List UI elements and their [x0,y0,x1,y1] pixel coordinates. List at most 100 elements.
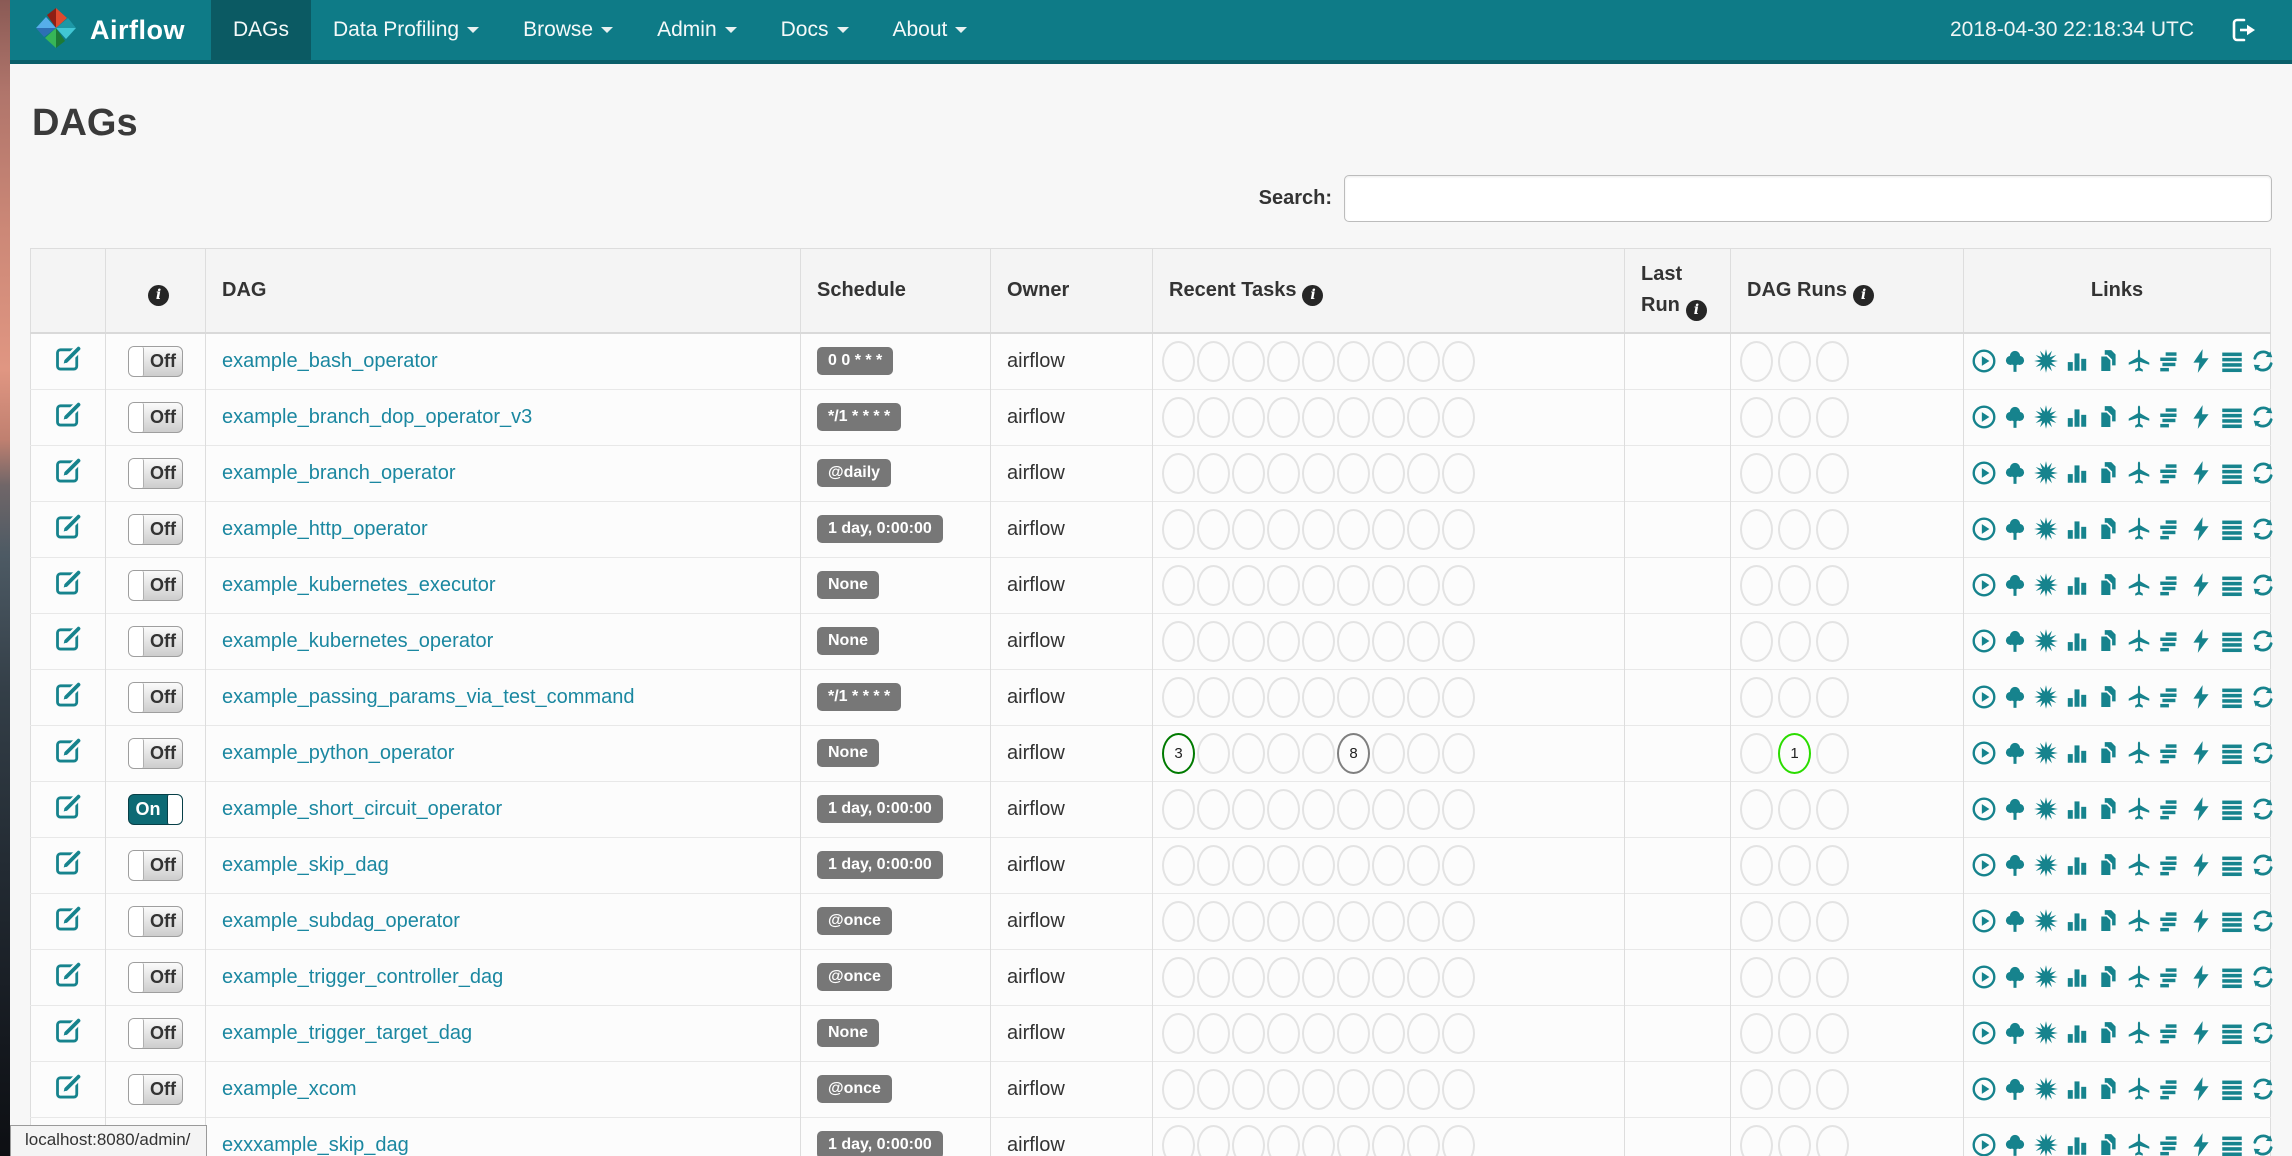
gantt-view-icon[interactable] [2157,740,2183,766]
edit-dag-icon[interactable] [54,456,82,484]
gantt-view-icon[interactable] [2157,964,2183,990]
state-circle[interactable] [1778,900,1811,942]
logs-icon[interactable] [2219,684,2245,710]
graph-view-icon[interactable] [2033,740,2059,766]
nav-item-browse[interactable]: Browse [501,0,635,60]
edit-dag-icon[interactable] [54,736,82,764]
state-circle[interactable] [1372,788,1405,830]
dag-link[interactable]: exxxample_skip_dag [222,1134,409,1156]
logs-icon[interactable] [2219,460,2245,486]
state-circle[interactable] [1372,1124,1405,1156]
dag-link[interactable]: example_trigger_target_dag [222,1022,472,1044]
landing-times-icon[interactable] [2126,460,2152,486]
dag-pause-toggle[interactable]: Off [128,1017,183,1049]
dag-pause-toggle[interactable]: Off [128,905,183,937]
trigger-dag-icon[interactable] [1971,348,1997,374]
state-circle[interactable] [1740,564,1773,606]
state-circle[interactable] [1267,1124,1300,1156]
refresh-icon[interactable] [2250,460,2276,486]
state-circle[interactable] [1197,452,1230,494]
state-circle[interactable] [1197,396,1230,438]
state-circle[interactable] [1778,452,1811,494]
landing-times-icon[interactable] [2126,1132,2152,1156]
task-tries-icon[interactable] [2095,516,2121,542]
dag-link[interactable]: example_xcom [222,1078,357,1100]
state-circle[interactable] [1740,956,1773,998]
state-circle[interactable] [1740,788,1773,830]
state-circle[interactable] [1337,788,1370,830]
state-circle[interactable] [1442,340,1475,382]
edit-dag-icon[interactable] [54,512,82,540]
dag-pause-toggle[interactable]: Off [128,569,183,601]
state-circle[interactable] [1232,1012,1265,1054]
graph-view-icon[interactable] [2033,404,2059,430]
trigger-dag-icon[interactable] [1971,516,1997,542]
state-circle[interactable] [1162,508,1195,550]
state-circle[interactable] [1372,956,1405,998]
dag-link[interactable]: example_trigger_controller_dag [222,966,503,988]
trigger-dag-icon[interactable] [1971,852,1997,878]
state-circle[interactable] [1197,1012,1230,1054]
schedule-badge[interactable]: 1 day, 0:00:00 [817,851,943,879]
state-circle[interactable] [1162,340,1195,382]
landing-times-icon[interactable] [2126,1020,2152,1046]
logs-icon[interactable] [2219,572,2245,598]
edit-dag-icon[interactable] [54,568,82,596]
state-circle[interactable] [1816,508,1849,550]
state-circle[interactable] [1197,844,1230,886]
refresh-icon[interactable] [2250,684,2276,710]
tree-view-icon[interactable] [2002,964,2028,990]
dag-pause-toggle[interactable]: Off [128,401,183,433]
task-duration-icon[interactable] [2064,684,2090,710]
task-tries-icon[interactable] [2095,964,2121,990]
landing-times-icon[interactable] [2126,348,2152,374]
state-circle[interactable] [1232,564,1265,606]
logs-icon[interactable] [2219,1076,2245,1102]
code-view-icon[interactable] [2188,572,2214,598]
edit-dag-icon[interactable] [54,344,82,372]
state-circle[interactable] [1267,676,1300,718]
refresh-icon[interactable] [2250,348,2276,374]
state-circle[interactable] [1267,452,1300,494]
logout-icon[interactable] [2228,15,2258,45]
edit-dag-icon[interactable] [54,624,82,652]
refresh-icon[interactable] [2250,964,2276,990]
state-circle[interactable] [1302,564,1335,606]
state-circle[interactable] [1162,788,1195,830]
state-circle[interactable] [1267,620,1300,662]
gantt-view-icon[interactable] [2157,516,2183,542]
state-circle[interactable] [1816,676,1849,718]
code-view-icon[interactable] [2188,1020,2214,1046]
trigger-dag-icon[interactable] [1971,1132,1997,1156]
state-circle[interactable] [1778,340,1811,382]
state-circle[interactable] [1337,956,1370,998]
refresh-icon[interactable] [2250,572,2276,598]
tree-view-icon[interactable] [2002,1076,2028,1102]
edit-dag-icon[interactable] [54,960,82,988]
state-circle[interactable] [1337,396,1370,438]
dag-link[interactable]: example_bash_operator [222,350,438,372]
landing-times-icon[interactable] [2126,852,2152,878]
state-circle[interactable] [1778,1124,1811,1156]
state-circle[interactable] [1442,732,1475,774]
logs-icon[interactable] [2219,1020,2245,1046]
task-tries-icon[interactable] [2095,1132,2121,1156]
code-view-icon[interactable] [2188,852,2214,878]
graph-view-icon[interactable] [2033,516,2059,542]
schedule-badge[interactable]: 0 0 * * * [817,347,894,375]
dag-link[interactable]: example_passing_params_via_test_command [222,686,634,708]
gantt-view-icon[interactable] [2157,460,2183,486]
state-circle[interactable]: 8 [1337,732,1370,774]
state-circle[interactable] [1337,1068,1370,1110]
state-circle[interactable] [1162,1012,1195,1054]
state-circle[interactable] [1232,620,1265,662]
schedule-badge[interactable]: 1 day, 0:00:00 [817,1131,943,1156]
state-circle[interactable] [1816,620,1849,662]
schedule-badge[interactable]: None [817,627,879,655]
state-circle[interactable] [1162,1068,1195,1110]
dag-pause-toggle[interactable]: Off [128,345,183,377]
refresh-icon[interactable] [2250,740,2276,766]
state-circle[interactable] [1267,732,1300,774]
trigger-dag-icon[interactable] [1971,572,1997,598]
state-circle[interactable] [1778,564,1811,606]
